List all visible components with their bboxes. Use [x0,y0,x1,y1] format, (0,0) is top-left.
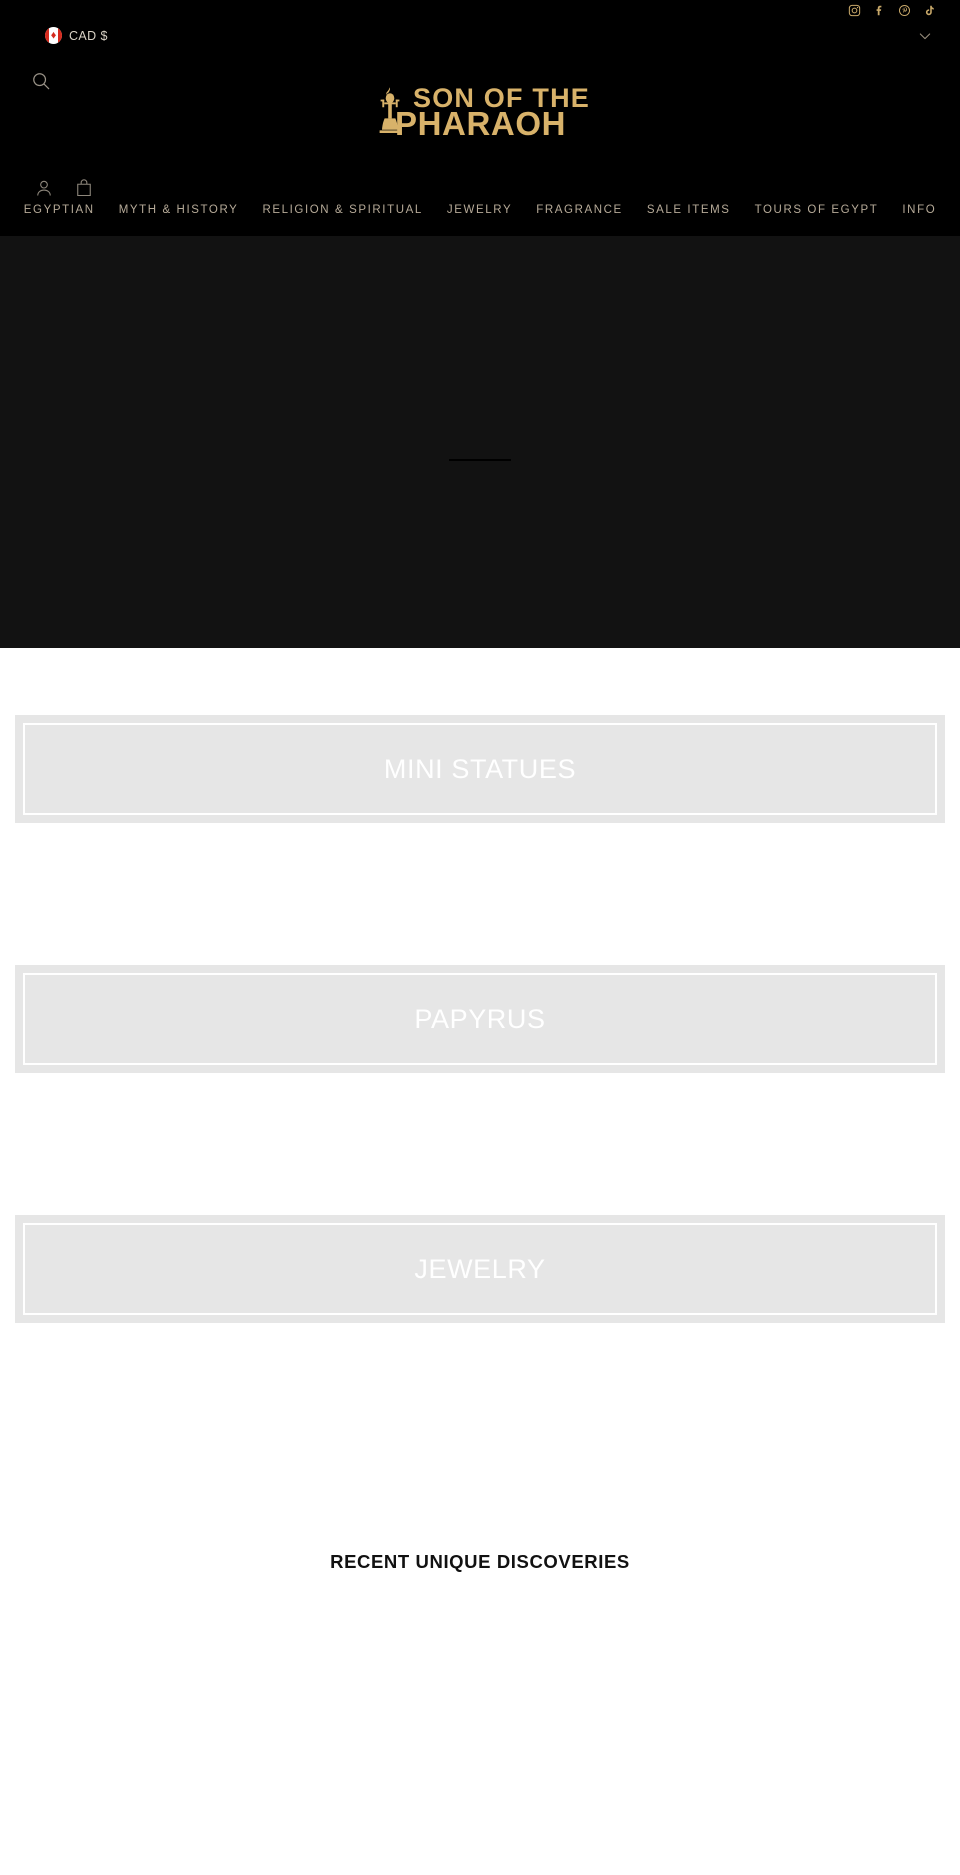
instagram-icon[interactable] [847,3,861,18]
nav-item-religion-spiritual[interactable]: RELIGION & SPIRITUAL [250,204,434,216]
page-root: ♦ CAD $ SON OF THE PHARAOH EGYPTIAN MYTH… [0,0,960,1833]
site-header: ♦ CAD $ SON OF THE PHARAOH EGYPTIAN MYTH… [0,0,960,236]
collection-list: MINI STATUES PAPYRUS JEWELRY [0,648,960,1323]
nav-item-fragrance[interactable]: FRAGRANCE [524,204,635,216]
announcement-bar: ♦ CAD $ [0,0,960,75]
collection-card-jewelry[interactable]: JEWELRY [15,1215,945,1323]
chevron-down-icon[interactable] [917,28,933,44]
nav-item-tours-of-egypt[interactable]: TOURS OF EGYPT [743,204,891,216]
logo-inner: SON OF THE PHARAOH [370,85,590,141]
nav-item-egyptian[interactable]: EGYPTIAN [12,204,107,216]
recent-discoveries-section: RECENT UNIQUE DISCOVERIES [0,1323,960,1833]
account-icon[interactable] [34,178,56,200]
pinterest-icon[interactable] [897,3,911,18]
nav-item-jewelry[interactable]: JEWELRY [435,204,524,216]
collection-title: JEWELRY [414,1253,546,1284]
search-icon[interactable] [30,70,54,94]
nav-item-sale-items[interactable]: SALE ITEMS [635,204,743,216]
hero-banner [0,236,960,648]
pharaoh-statue-icon [370,85,410,141]
currency-label: CAD $ [69,28,108,43]
canada-flag-icon: ♦ [45,27,62,44]
logo-line-2: PHARAOH [394,105,567,143]
nav-item-myth-history[interactable]: MYTH & HISTORY [107,204,251,216]
tiktok-icon[interactable] [922,3,936,18]
recent-discoveries-heading: RECENT UNIQUE DISCOVERIES [330,1551,630,1572]
collection-title: MINI STATUES [383,753,577,784]
collection-card-mini-statues[interactable]: MINI STATUES [15,715,945,823]
maple-leaf-glyph: ♦ [50,29,57,41]
utility-icons [34,178,96,200]
main-navigation: EGYPTIAN MYTH & HISTORY RELIGION & SPIRI… [0,204,960,216]
shopping-bag-icon[interactable] [74,178,96,200]
hero-divider [449,459,511,461]
collection-title: PAPYRUS [414,1003,546,1034]
nav-item-info[interactable]: INFO [890,204,948,216]
social-links [847,3,936,18]
currency-selector[interactable]: ♦ CAD $ [45,27,108,44]
collection-card-papyrus[interactable]: PAPYRUS [15,965,945,1073]
logo-text: SON OF THE PHARAOH [395,85,590,141]
facebook-icon[interactable] [872,3,886,18]
site-logo[interactable]: SON OF THE PHARAOH [350,82,610,144]
